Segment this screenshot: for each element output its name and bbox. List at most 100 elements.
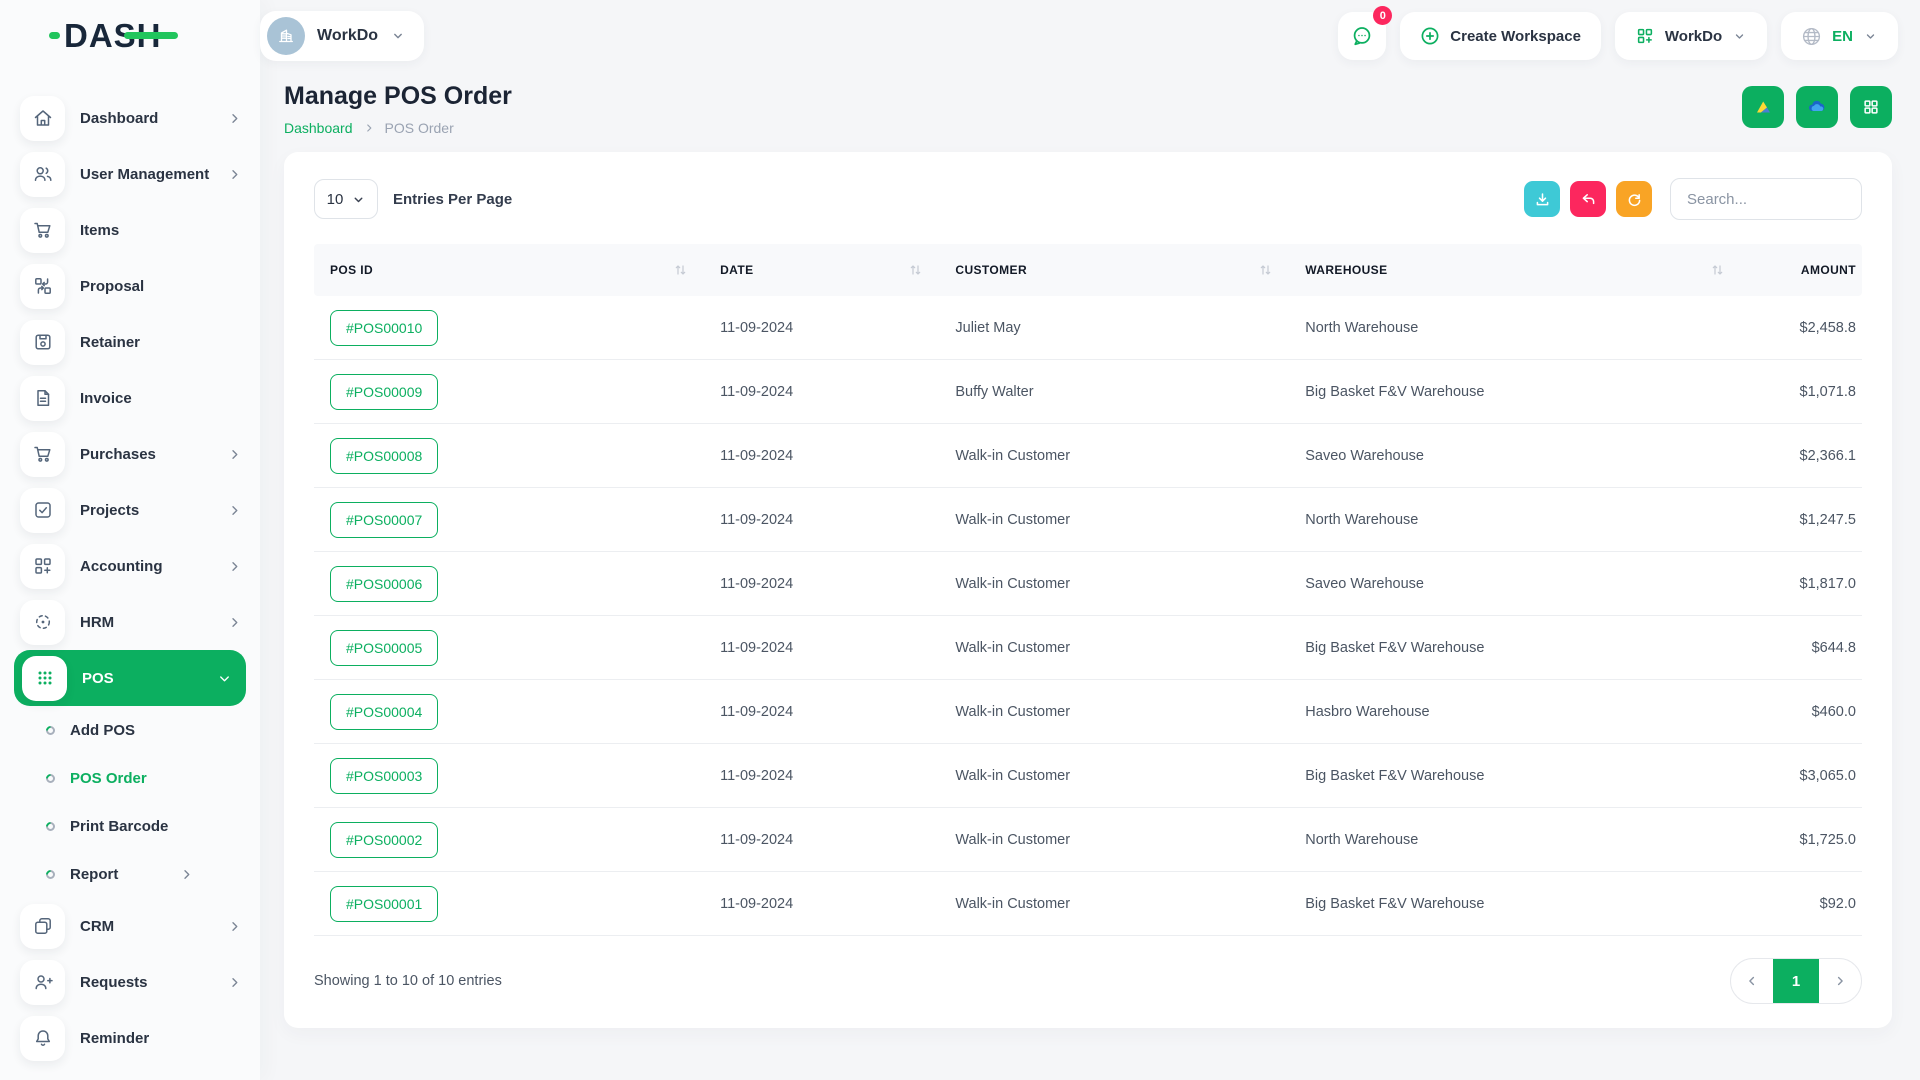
pos-id-badge[interactable]: #POS00004 <box>330 694 438 730</box>
chevron-down-icon <box>390 28 406 44</box>
sidebar-item-dashboard[interactable]: Dashboard <box>0 90 260 146</box>
sidebar-subitem-print-barcode[interactable]: Print Barcode <box>0 802 260 850</box>
table-header-row: POS ID DATE CUSTOMER WAREHOUSE AMOUNT <box>314 244 1862 296</box>
reset-button[interactable] <box>1570 181 1606 217</box>
date-cell: 11-09-2024 <box>704 576 939 592</box>
sidebar-item-reminder[interactable]: Reminder <box>0 1010 260 1066</box>
sidebar-item-items[interactable]: Items <box>0 202 260 258</box>
cart-icon <box>20 208 65 253</box>
sort-icon[interactable] <box>910 264 921 276</box>
warehouse-cell: Big Basket F&V Warehouse <box>1289 640 1741 656</box>
check-square-icon <box>20 488 65 533</box>
page-number-button[interactable]: 1 <box>1773 959 1819 1003</box>
search-input[interactable] <box>1670 178 1862 220</box>
sidebar-item-label: Proposal <box>80 278 144 295</box>
sidebar-item-hrm[interactable]: HRM <box>0 594 260 650</box>
sidebar-item-label: CRM <box>80 918 114 935</box>
entries-per-page-value: 10 <box>327 191 344 208</box>
create-workspace-button[interactable]: Create Workspace <box>1400 12 1601 60</box>
sidebar-item-pos[interactable]: POS <box>14 650 246 706</box>
sidebar-subitem-add-pos[interactable]: Add POS <box>0 706 260 754</box>
entries-per-page-select[interactable]: 10 <box>314 179 378 219</box>
sidebar-item-user-management[interactable]: User Management <box>0 146 260 202</box>
sidebar-item-crm[interactable]: CRM <box>0 898 260 954</box>
amount-cell: $92.0 <box>1741 896 1862 912</box>
amount-cell: $1,817.0 <box>1741 576 1862 592</box>
date-cell: 11-09-2024 <box>704 896 939 912</box>
chevron-right-icon <box>363 122 375 134</box>
sort-icon[interactable] <box>675 264 686 276</box>
globe-icon <box>1801 26 1822 47</box>
workspace-name: WorkDo <box>317 27 378 45</box>
pos-id-badge[interactable]: #POS00003 <box>330 758 438 794</box>
table-row: #POS00006 11-09-2024 Walk-in Customer Sa… <box>314 552 1862 616</box>
workspace-selector[interactable]: WorkDo <box>260 11 424 61</box>
workspace-menu-label: WorkDo <box>1665 28 1722 45</box>
warehouse-cell: North Warehouse <box>1289 512 1741 528</box>
google-drive-button[interactable] <box>1742 86 1784 128</box>
pagination: 1 <box>1730 958 1862 1004</box>
customer-cell: Walk-in Customer <box>939 704 1289 720</box>
sidebar-item-invoice[interactable]: Invoice <box>0 370 260 426</box>
grid-view-button[interactable] <box>1850 86 1892 128</box>
customer-cell: Walk-in Customer <box>939 832 1289 848</box>
plus-circle-icon <box>1420 26 1440 46</box>
workspace-menu-button[interactable]: WorkDo <box>1615 12 1767 60</box>
logo-text: DASH <box>64 17 162 55</box>
sidebar-item-label: Purchases <box>80 446 156 463</box>
amount-cell: $3,065.0 <box>1741 768 1862 784</box>
sort-icon[interactable] <box>1260 264 1271 276</box>
building-icon <box>275 25 297 47</box>
refresh-button[interactable] <box>1616 181 1652 217</box>
language-selector[interactable]: EN <box>1781 12 1898 60</box>
chevron-right-icon <box>227 167 242 182</box>
previous-page-button[interactable] <box>1731 959 1773 1003</box>
pos-id-badge[interactable]: #POS00002 <box>330 822 438 858</box>
chevron-right-icon <box>227 447 242 462</box>
breadcrumb-dashboard-link[interactable]: Dashboard <box>284 120 353 136</box>
bullet-icon <box>44 820 57 833</box>
bullet-icon <box>44 772 57 785</box>
swap-squares-icon <box>20 264 65 309</box>
breadcrumb: Dashboard POS Order <box>284 120 512 136</box>
next-page-button[interactable] <box>1819 959 1861 1003</box>
col-header-warehouse: WAREHOUSE <box>1305 263 1387 277</box>
messages-button[interactable]: 0 <box>1338 12 1386 60</box>
pos-id-badge[interactable]: #POS00005 <box>330 630 438 666</box>
save-icon <box>20 320 65 365</box>
sidebar-item-label: Invoice <box>80 390 132 407</box>
customer-cell: Walk-in Customer <box>939 448 1289 464</box>
bullet-icon <box>44 724 57 737</box>
sidebar-item-retainer[interactable]: Retainer <box>0 314 260 370</box>
col-header-amount: AMOUNT <box>1801 263 1856 277</box>
pos-id-badge[interactable]: #POS00008 <box>330 438 438 474</box>
logo[interactable]: DASH <box>0 17 260 55</box>
onedrive-button[interactable] <box>1796 86 1838 128</box>
sidebar-item-purchases[interactable]: Purchases <box>0 426 260 482</box>
messages-icon <box>1350 24 1374 48</box>
page-title: Manage POS Order <box>284 82 512 111</box>
sidebar-item-requests[interactable]: Requests <box>0 954 260 1010</box>
customer-cell: Walk-in Customer <box>939 512 1289 528</box>
sidebar-item-projects[interactable]: Projects <box>0 482 260 538</box>
warehouse-cell: Saveo Warehouse <box>1289 576 1741 592</box>
sidebar-subitem-report[interactable]: Report <box>0 850 260 898</box>
chevron-right-icon <box>1833 974 1847 988</box>
chevron-right-icon <box>227 919 242 934</box>
sidebar-item-accounting[interactable]: Accounting <box>0 538 260 594</box>
sidebar-item-proposal[interactable]: Proposal <box>0 258 260 314</box>
pos-id-badge[interactable]: #POS00001 <box>330 886 438 922</box>
pos-id-badge[interactable]: #POS00007 <box>330 502 438 538</box>
pos-id-badge[interactable]: #POS00006 <box>330 566 438 602</box>
sidebar-subitem-pos-order[interactable]: POS Order <box>0 754 260 802</box>
undo-icon <box>1580 191 1597 208</box>
sort-icon[interactable] <box>1712 264 1723 276</box>
amount-cell: $460.0 <box>1741 704 1862 720</box>
chevron-down-icon <box>217 671 232 686</box>
sidebar-item-label: Reminder <box>80 1030 149 1047</box>
pos-id-badge[interactable]: #POS00010 <box>330 310 438 346</box>
pos-id-badge[interactable]: #POS00009 <box>330 374 438 410</box>
language-label: EN <box>1832 28 1853 45</box>
export-button[interactable] <box>1524 181 1560 217</box>
chevron-right-icon <box>227 559 242 574</box>
